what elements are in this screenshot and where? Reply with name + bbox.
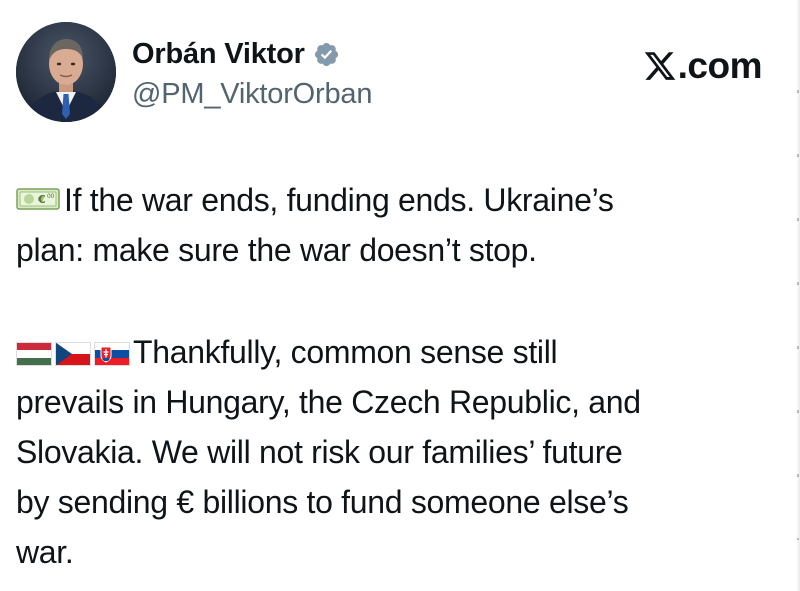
post-paragraph-2: Thankfully, common sense still prevails …: [16, 327, 786, 577]
post-paragraph-1: € 00 If the war ends, funding ends. Ukra…: [16, 175, 786, 275]
paragraph-2-line-3: Slovakia. We will not risk our families’…: [16, 434, 623, 470]
brand-logo: .com: [643, 45, 763, 87]
czech-flag-icon: [55, 342, 91, 366]
paragraph-1-line-1: € 00 If the war ends, funding ends. Ukra…: [16, 175, 786, 225]
paragraph-2-line-1-text: Thankfully, common sense still: [133, 334, 558, 370]
avatar-portrait-icon: [16, 22, 116, 122]
euro-banknote-icon: € 00: [16, 188, 60, 210]
paragraph-1-line-1-text: If the war ends, funding ends. Ukraine’s: [64, 182, 614, 218]
paragraph-2-line-4: by sending € billions to fund someone el…: [16, 484, 629, 520]
author-info: Orbán Viktor @PM_ViktorOrban: [132, 36, 372, 111]
verified-badge-icon[interactable]: [313, 41, 340, 68]
paragraph-2-line-2: prevails in Hungary, the Czech Republic,…: [16, 384, 641, 420]
paragraph-2-line-5: war.: [16, 534, 74, 570]
svg-text:€: €: [37, 193, 45, 206]
avatar[interactable]: [16, 22, 116, 122]
paragraph-2-line-1: Thankfully, common sense still: [16, 327, 786, 377]
display-name-row: Orbán Viktor: [132, 36, 372, 72]
post-card: Orbán Viktor @PM_ViktorOrban .com € 00 I…: [0, 0, 800, 591]
right-edge-marks: [797, 60, 799, 540]
hungary-flag-icon: [16, 342, 52, 366]
post-header: Orbán Viktor @PM_ViktorOrban .com: [16, 22, 780, 126]
svg-text:00: 00: [47, 193, 55, 200]
slovakia-flag-icon: [94, 342, 130, 366]
paragraph-1-line-2: plan: make sure the war doesn’t stop.: [16, 232, 537, 268]
x-logo-icon: [644, 52, 675, 80]
display-name[interactable]: Orbán Viktor: [132, 38, 305, 71]
user-handle[interactable]: @PM_ViktorOrban: [132, 78, 372, 111]
brand-domain-suffix: .com: [677, 45, 763, 86]
